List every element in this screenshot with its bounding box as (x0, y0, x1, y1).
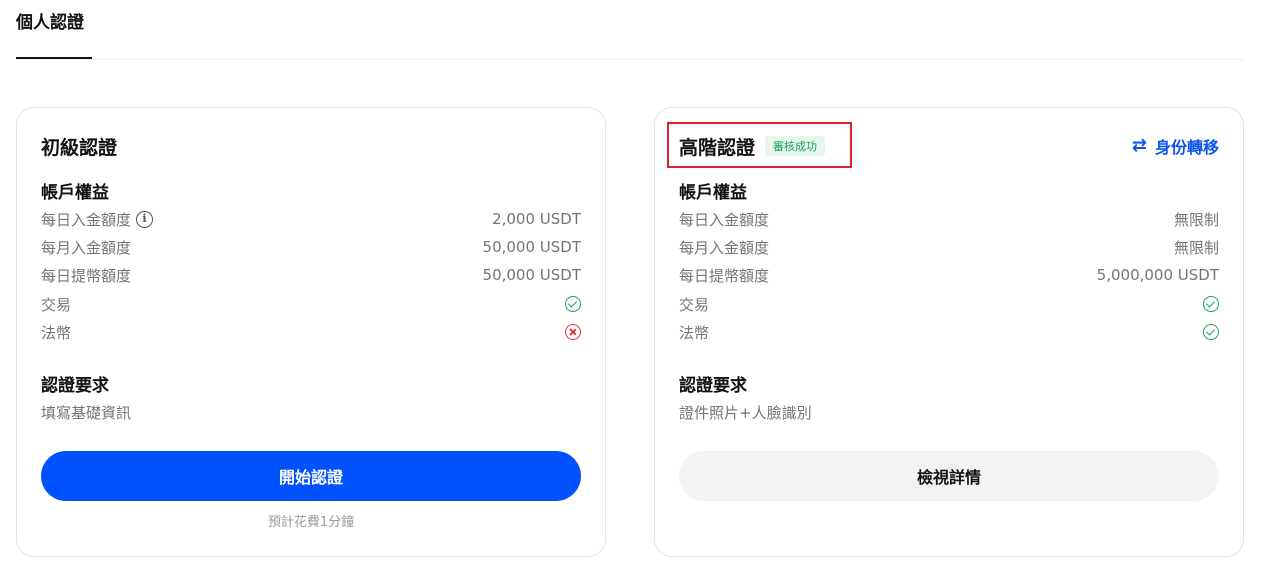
basic-row-monthly-deposit: 每月入金額度 50,000 USDT (41, 236, 581, 258)
row-label: 每日提幣額度 (679, 266, 770, 285)
row-value: 50,000 USDT (482, 266, 581, 284)
advanced-row-trading: 交易 (679, 293, 1219, 315)
row-value: 50,000 USDT (482, 238, 581, 256)
estimated-time-note: 預計花費1分鐘 (267, 515, 355, 530)
identity-transfer-label: 身份轉移 (1154, 138, 1219, 157)
row-value: 無限制 (1173, 210, 1219, 229)
advanced-card-title: 高階認證 (679, 136, 756, 159)
basic-requirements-text: 填寫基礎資訊 (41, 404, 132, 422)
row-value: 5,000,000 USDT (1096, 266, 1219, 284)
row-label: 法幣 (41, 323, 72, 342)
basic-benefits-title: 帳戶權益 (41, 183, 109, 203)
row-label: 每月入金額度 (679, 238, 770, 257)
advanced-row-monthly-deposit: 每月入金額度 無限制 (679, 236, 1219, 258)
swap-arrows-icon: ⇄ (1131, 135, 1147, 156)
row-label-wrap: 每日入金額度 i (41, 209, 154, 230)
view-details-button[interactable]: 檢視詳情 (679, 451, 1219, 501)
tab-bar: 個人認證 (16, 0, 1243, 60)
advanced-title-row: 高階認證 審核成功 (679, 132, 826, 160)
row-label: 每日入金額度 (41, 210, 132, 229)
advanced-row-fiat: 法幣 (679, 321, 1219, 343)
advanced-row-daily-deposit: 每日入金額度 無限制 (679, 208, 1219, 230)
basic-verification-card: 初級認證 帳戶權益 每日入金額度 i 2,000 USDT 每月入金額度 50,… (16, 107, 606, 557)
row-value: 2,000 USDT (492, 210, 581, 228)
row-label: 每月入金額度 (41, 238, 132, 257)
basic-row-daily-deposit: 每日入金額度 i 2,000 USDT (41, 208, 581, 230)
row-label: 交易 (41, 295, 72, 314)
check-circle-icon (1203, 324, 1219, 340)
basic-card-title: 初級認證 (41, 136, 118, 159)
row-label: 每日提幣額度 (41, 266, 132, 285)
row-value: 無限制 (1173, 238, 1219, 257)
basic-row-daily-withdraw: 每日提幣額度 50,000 USDT (41, 264, 581, 286)
row-label: 每日入金額度 (679, 210, 770, 229)
tab-active-indicator (16, 57, 92, 59)
advanced-benefits-title: 帳戶權益 (679, 183, 747, 203)
check-circle-icon (1203, 296, 1219, 312)
info-icon[interactable]: i (136, 210, 154, 228)
status-badge: 審核成功 (765, 136, 826, 156)
advanced-requirements-title: 認證要求 (679, 376, 747, 396)
cross-circle-icon (565, 324, 581, 340)
row-label: 法幣 (679, 323, 710, 342)
basic-row-fiat: 法幣 (41, 321, 581, 343)
advanced-requirements-text: 證件照片+人臉識別 (679, 404, 812, 422)
advanced-row-daily-withdraw: 每日提幣額度 5,000,000 USDT (679, 264, 1219, 286)
start-verification-button[interactable]: 開始認證 (41, 451, 581, 501)
identity-transfer-link[interactable]: ⇄ 身份轉移 (1132, 134, 1219, 158)
row-label: 交易 (679, 295, 710, 314)
advanced-verification-card: 高階認證 審核成功 ⇄ 身份轉移 帳戶權益 每日入金額度 無限制 每月入金額度 … (654, 107, 1244, 557)
basic-title-row: 初級認證 (41, 132, 117, 160)
check-circle-icon (565, 296, 581, 312)
basic-row-trading: 交易 (41, 293, 581, 315)
tab-personal-verification[interactable]: 個人認證 (16, 8, 84, 33)
basic-requirements-title: 認證要求 (41, 376, 109, 396)
